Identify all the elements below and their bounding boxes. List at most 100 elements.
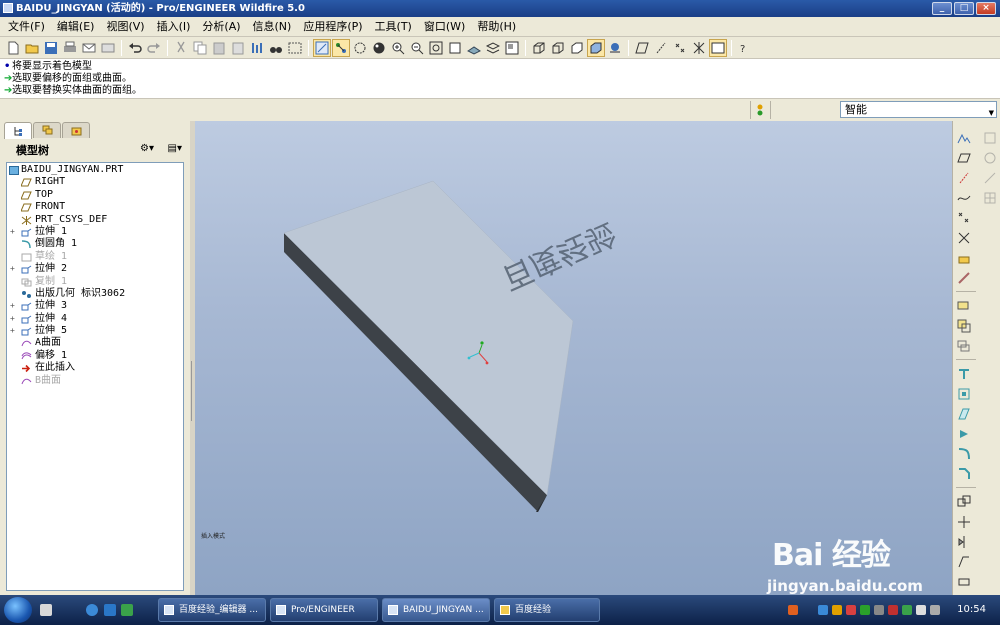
datum-axis-display-icon[interactable]	[652, 39, 670, 57]
zoom-out-icon[interactable]	[408, 39, 426, 57]
datum-plane-display-icon[interactable]	[633, 39, 651, 57]
tree-item[interactable]: + 拉伸 4	[7, 313, 183, 325]
tray-update-icon[interactable]	[902, 605, 912, 615]
email-icon[interactable]	[80, 39, 98, 57]
expand-icon[interactable]: +	[10, 263, 15, 275]
merge-tool-icon[interactable]	[955, 493, 973, 511]
secondary-tool-icon[interactable]	[983, 151, 997, 165]
tab-folder-browser[interactable]	[33, 122, 61, 138]
minimize-button[interactable]: _	[932, 2, 952, 15]
save-icon[interactable]	[42, 39, 60, 57]
shading-sphere-icon[interactable]	[370, 39, 388, 57]
menu-applications[interactable]: 应用程序(P)	[297, 17, 368, 37]
start-button[interactable]	[4, 597, 32, 623]
cut-icon[interactable]	[172, 39, 190, 57]
select-box-icon[interactable]	[286, 39, 304, 57]
context-help-icon[interactable]: ?	[736, 39, 754, 57]
part-top-face[interactable]	[283, 180, 574, 496]
extrude-tool-icon[interactable]	[955, 365, 973, 383]
tray-antivirus-icon[interactable]	[846, 605, 856, 615]
zoom-in-icon[interactable]	[389, 39, 407, 57]
close-button[interactable]: ×	[976, 2, 996, 15]
undo-icon[interactable]	[126, 39, 144, 57]
revolve-tool-icon[interactable]	[955, 385, 973, 403]
copy-geometry-icon[interactable]	[955, 337, 973, 355]
reorient-icon[interactable]	[446, 39, 464, 57]
thicken-tool-icon[interactable]	[955, 573, 973, 591]
trim-tool-icon[interactable]	[955, 513, 973, 531]
tray-battery-icon[interactable]	[860, 605, 870, 615]
redo-icon[interactable]	[145, 39, 163, 57]
datum-axis-tool-icon[interactable]	[955, 169, 973, 187]
new-file-icon[interactable]	[4, 39, 22, 57]
tray-volume-icon[interactable]	[874, 605, 884, 615]
menu-view[interactable]: 视图(V)	[100, 17, 150, 37]
tree-item[interactable]: 偏移 1	[7, 350, 183, 362]
tray-app-icon[interactable]	[788, 605, 798, 615]
spin-center-icon[interactable]	[332, 38, 350, 57]
no-hidden-icon[interactable]	[568, 39, 586, 57]
tree-item[interactable]: 出版几何 标识3062	[7, 288, 183, 300]
tray-security-icon[interactable]	[832, 605, 842, 615]
taskbar-item[interactable]: 百度经验	[494, 598, 600, 622]
ie-icon[interactable]	[86, 604, 98, 616]
tree-item[interactable]: + 拉伸 5	[7, 325, 183, 337]
tree-item[interactable]: RIGHT	[7, 176, 183, 188]
layers-icon[interactable]	[484, 39, 502, 57]
tree-item[interactable]: + 拉伸 2	[7, 263, 183, 275]
menu-info[interactable]: 信息(N)	[247, 17, 298, 37]
tree-item[interactable]: 在此插入	[7, 362, 183, 374]
taskbar-item-active[interactable]: BAIDU_JINGYAN ...	[382, 598, 490, 622]
email-link-icon[interactable]	[99, 39, 117, 57]
find-icon[interactable]	[267, 39, 285, 57]
tree-item[interactable]: A曲面	[7, 337, 183, 349]
menu-insert[interactable]: 插入(I)	[151, 17, 197, 37]
browser-icon[interactable]	[104, 604, 116, 616]
repaint-icon[interactable]	[313, 38, 331, 57]
analysis-tool-icon[interactable]	[955, 249, 973, 267]
sketch-tool-icon[interactable]	[955, 269, 973, 287]
datum-point-tool-icon[interactable]	[955, 209, 973, 227]
refit-icon[interactable]	[427, 39, 445, 57]
taskbar-item[interactable]: 百度经验_编辑器 ...	[158, 598, 266, 622]
enhanced-realism-icon[interactable]	[606, 39, 624, 57]
expand-icon[interactable]: +	[10, 325, 15, 337]
regenerate-icon[interactable]	[248, 39, 266, 57]
menu-file[interactable]: 文件(F)	[2, 17, 51, 37]
chamfer-tool-icon[interactable]	[955, 465, 973, 483]
tree-item[interactable]: 复制 1	[7, 276, 183, 288]
csys-display-icon[interactable]	[690, 39, 708, 57]
datum-curve-tool-icon[interactable]	[955, 189, 973, 207]
secondary-tool-icon[interactable]	[983, 131, 997, 145]
shading-icon[interactable]	[587, 38, 605, 57]
tree-item[interactable]: 草绘 1	[7, 251, 183, 263]
tab-favorites[interactable]	[62, 122, 90, 138]
tree-item[interactable]: 倒圆角 1	[7, 238, 183, 250]
hidden-line-icon[interactable]	[549, 39, 567, 57]
annotation-display-icon[interactable]	[709, 38, 727, 57]
tray-network-icon[interactable]	[818, 605, 828, 615]
tray-input-icon[interactable]	[916, 605, 926, 615]
offset-tool-icon[interactable]	[955, 553, 973, 571]
tray-misc-icon[interactable]	[930, 605, 940, 615]
round-tool-icon[interactable]	[955, 445, 973, 463]
menu-edit[interactable]: 编辑(E)	[51, 17, 101, 37]
menu-help[interactable]: 帮助(H)	[471, 17, 522, 37]
secondary-tool-icon[interactable]	[983, 171, 997, 185]
open-file-icon[interactable]	[23, 39, 41, 57]
tree-settings-icon[interactable]: ⚙▾	[140, 143, 154, 154]
taskbar-item[interactable]: Pro/ENGINEER	[270, 598, 378, 622]
secondary-tool-icon[interactable]	[983, 191, 997, 205]
menu-tools[interactable]: 工具(T)	[369, 17, 418, 37]
tray-alert-icon[interactable]	[888, 605, 898, 615]
tree-item[interactable]: + 拉伸 3	[7, 300, 183, 312]
csys-tool-icon[interactable]	[955, 229, 973, 247]
mirror-tool-icon[interactable]	[955, 533, 973, 551]
datum-point-display-icon[interactable]	[671, 39, 689, 57]
menu-analysis[interactable]: 分析(A)	[196, 17, 246, 37]
splitter-grip[interactable]	[191, 361, 194, 421]
insert-feature-icon[interactable]	[955, 297, 973, 315]
tree-item[interactable]: + 拉伸 1	[7, 226, 183, 238]
sweep-tool-icon[interactable]	[955, 405, 973, 423]
tree-item[interactable]: BAIDU_JINGYAN.PRT	[7, 164, 183, 176]
